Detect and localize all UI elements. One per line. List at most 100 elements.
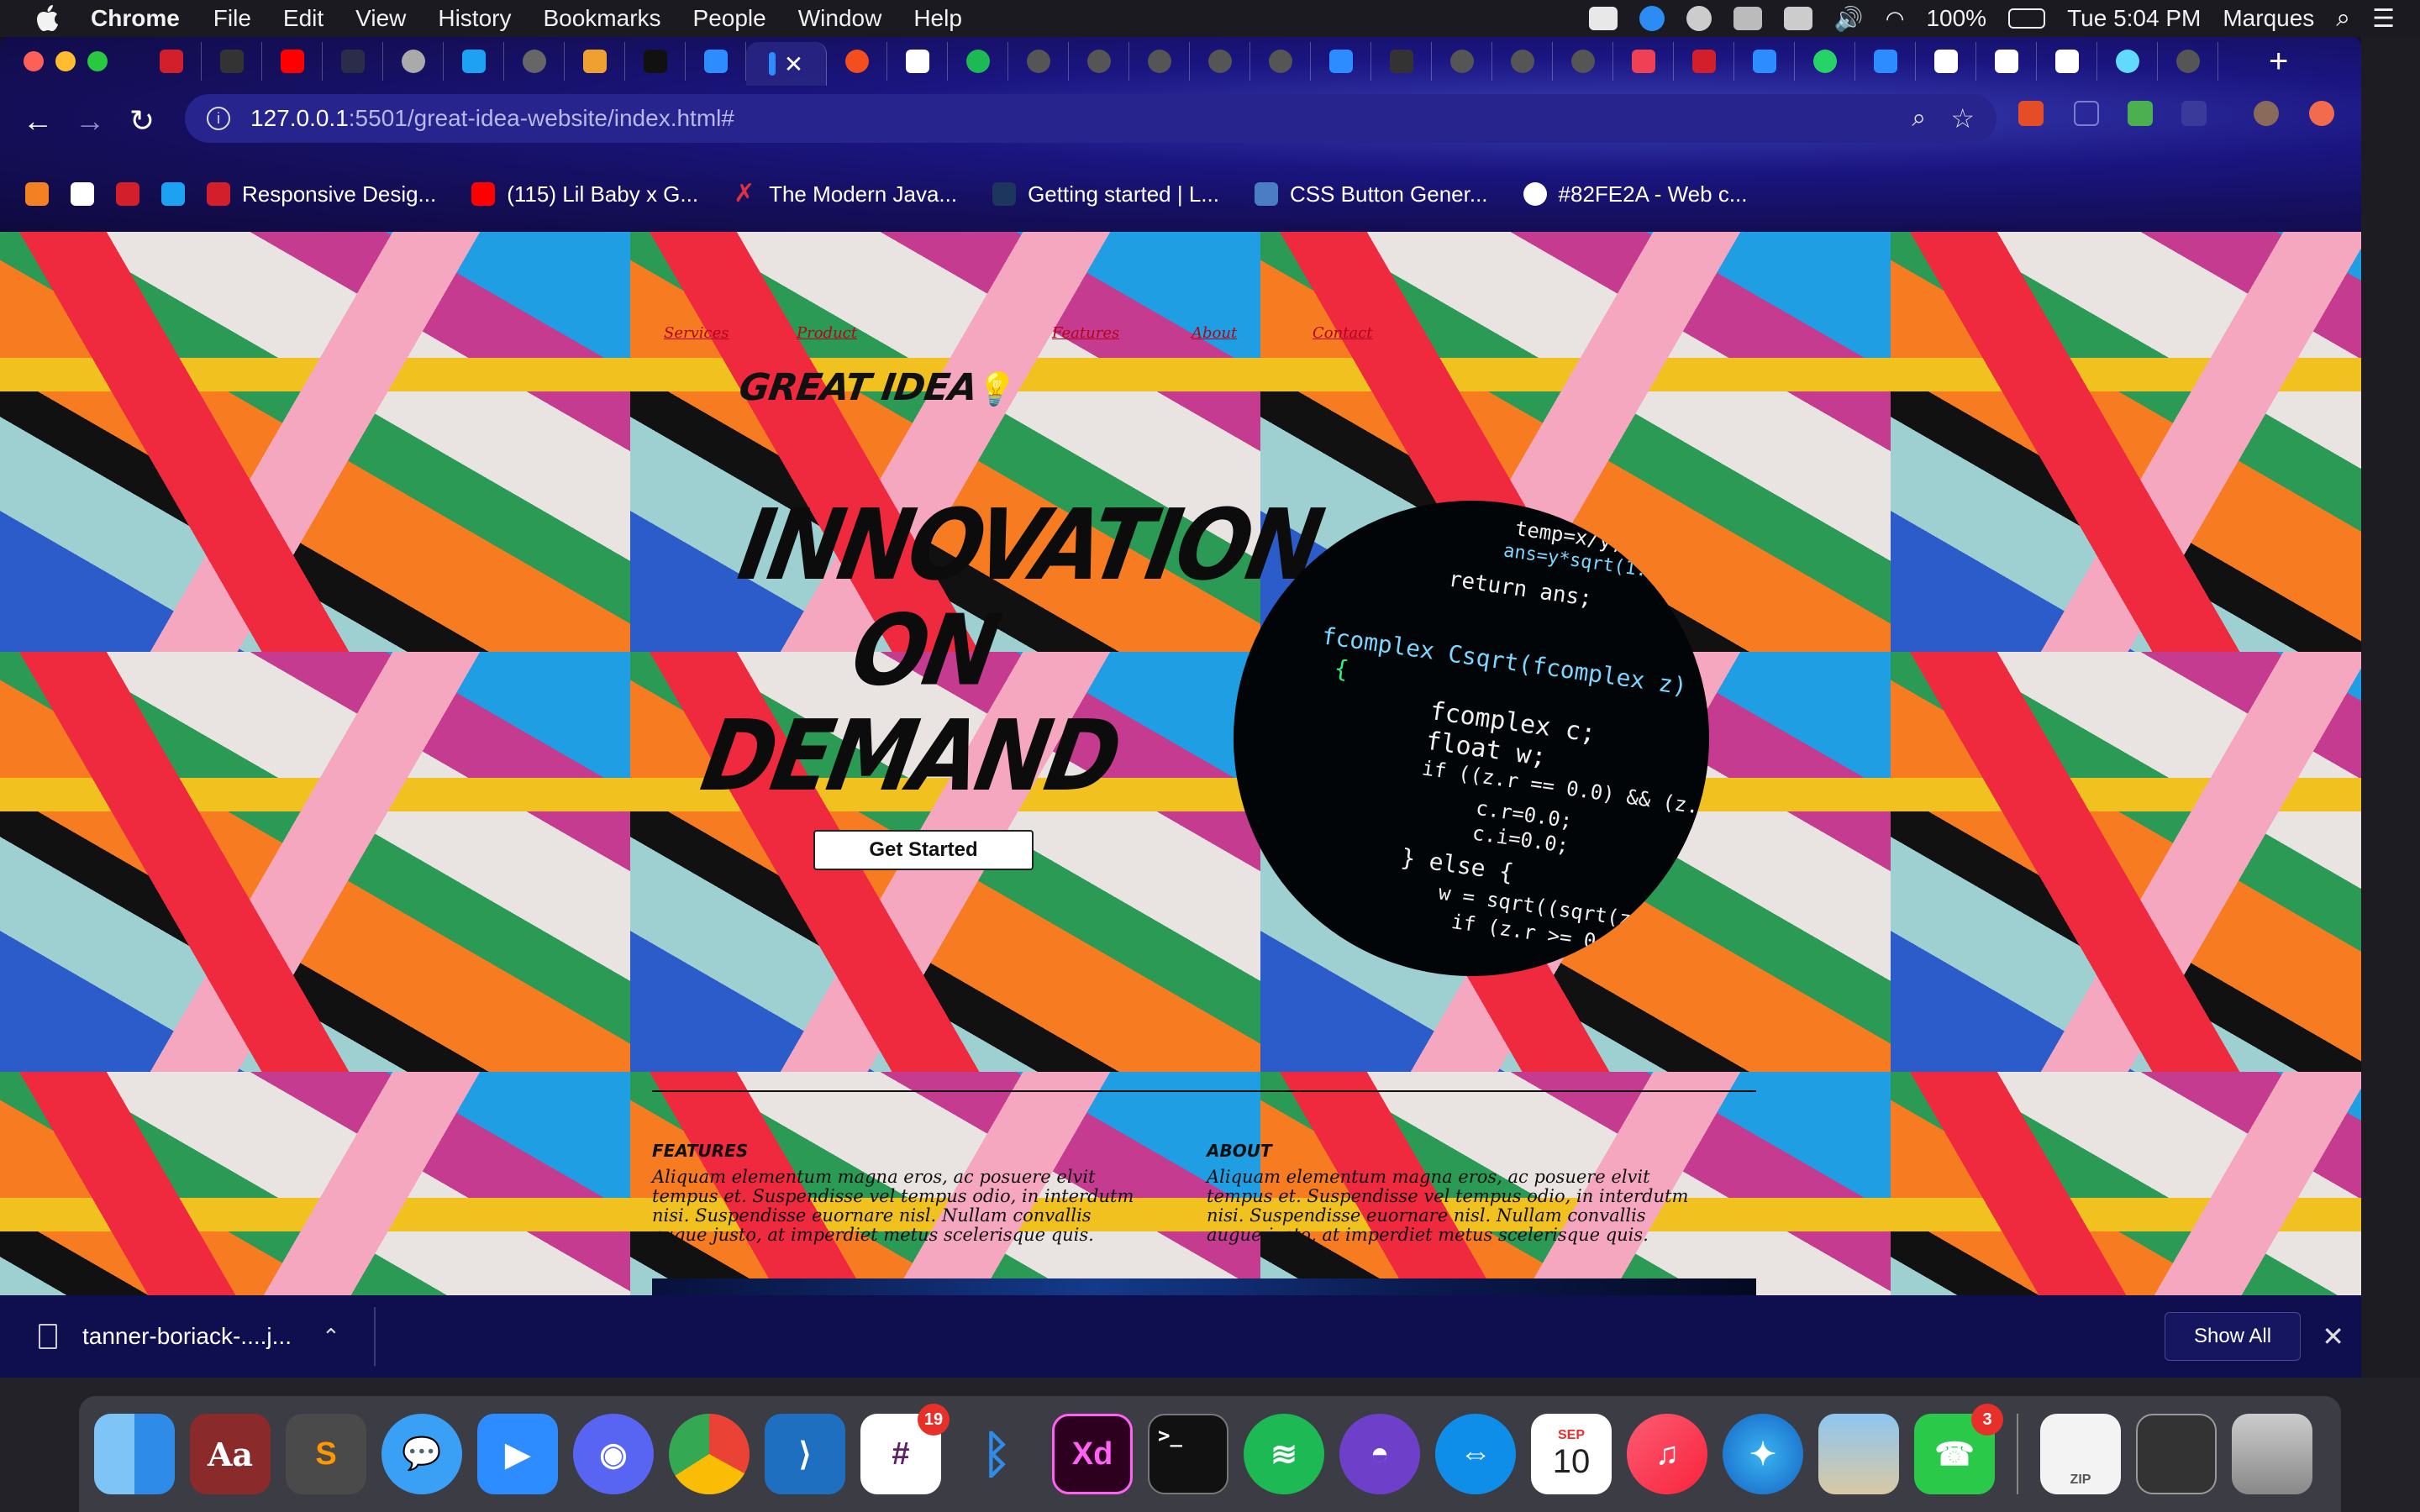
site-info-icon[interactable]: i bbox=[207, 107, 230, 130]
bookmark-stack-icon[interactable] bbox=[25, 182, 49, 206]
tab[interactable] bbox=[1916, 42, 1976, 81]
menu-history[interactable]: History bbox=[438, 5, 511, 32]
nav-about-link[interactable]: About bbox=[1192, 324, 1237, 342]
notification-center-icon[interactable]: ☰ bbox=[2372, 4, 2395, 34]
menu-view[interactable]: View bbox=[355, 5, 406, 32]
tab[interactable] bbox=[2037, 42, 2097, 81]
minimize-window-button[interactable] bbox=[55, 51, 76, 71]
extension-office-icon[interactable] bbox=[2018, 101, 2044, 126]
tab[interactable] bbox=[1976, 42, 2037, 81]
teamviewer-icon[interactable]: ⇔ bbox=[1435, 1414, 1516, 1494]
volume-icon[interactable]: 🔊 bbox=[1834, 5, 1864, 33]
clock[interactable]: Tue 5:04 PM bbox=[2067, 5, 2201, 32]
zoom-magnifier-icon[interactable]: ⌕ bbox=[1912, 104, 1926, 133]
airplay-icon[interactable] bbox=[1783, 7, 1812, 30]
menu-app-name[interactable]: Chrome bbox=[91, 5, 180, 32]
apple-menu-icon[interactable] bbox=[32, 3, 62, 34]
zoom-icon[interactable]: ▶ bbox=[477, 1414, 558, 1494]
download-filename[interactable]: tanner-boriack-....j... bbox=[82, 1323, 292, 1350]
wifi-icon[interactable]: ◠ bbox=[1886, 6, 1905, 32]
facetime-icon[interactable]: ☎ 3 bbox=[1914, 1404, 2003, 1494]
bookmark-angular-icon[interactable] bbox=[116, 182, 139, 206]
tab[interactable] bbox=[1432, 42, 1492, 81]
bookmark-youtube[interactable]: (115) Lil Baby x G... bbox=[471, 181, 698, 207]
nav-features-link[interactable]: Features bbox=[1052, 324, 1119, 342]
maximize-window-button[interactable] bbox=[87, 51, 108, 71]
tab[interactable] bbox=[444, 42, 504, 81]
adobe-xd-icon[interactable]: Xd bbox=[1052, 1414, 1133, 1494]
preview-icon[interactable] bbox=[1818, 1414, 1899, 1494]
tab[interactable] bbox=[2097, 42, 2158, 81]
tab[interactable] bbox=[1129, 42, 1190, 81]
tab[interactable] bbox=[625, 42, 686, 81]
extension-cast-icon[interactable] bbox=[2181, 101, 2207, 126]
show-all-button[interactable]: Show All bbox=[2165, 1312, 2301, 1361]
music-icon[interactable]: ♫ bbox=[1627, 1414, 1707, 1494]
get-started-button[interactable]: Get Started bbox=[813, 830, 1034, 870]
update-chrome-icon[interactable] bbox=[2309, 101, 2334, 126]
chevron-up-icon[interactable]: ⌃ bbox=[322, 1324, 340, 1350]
bluetooth-icon[interactable]: ᛒ bbox=[956, 1414, 1037, 1494]
reload-button[interactable]: ↻ bbox=[116, 103, 168, 139]
slack-icon[interactable]: #19 bbox=[860, 1404, 950, 1494]
nav-product-link[interactable]: Product bbox=[797, 324, 857, 342]
finder-icon[interactable] bbox=[94, 1414, 175, 1494]
tab[interactable] bbox=[323, 42, 383, 81]
calendar-icon[interactable]: SEP 10 bbox=[1531, 1414, 1612, 1494]
tab[interactable] bbox=[1674, 42, 1734, 81]
bookmark-css-button[interactable]: CSS Button Gener... bbox=[1254, 181, 1488, 207]
teamviewer-status-icon[interactable] bbox=[1639, 6, 1665, 31]
safari-icon[interactable]: ✦ bbox=[1723, 1414, 1803, 1494]
bookmark-star-icon[interactable]: ☆ bbox=[1950, 102, 1975, 134]
web-page-viewport[interactable]: Services Product Features About Contact … bbox=[0, 232, 2361, 1295]
battery-icon[interactable] bbox=[2008, 8, 2046, 29]
tab[interactable] bbox=[1311, 42, 1371, 81]
address-bar[interactable]: i 127.0.0.1:5501/great-idea-website/inde… bbox=[185, 94, 1996, 143]
terminal-icon[interactable]: >_ bbox=[1148, 1414, 1228, 1494]
tab[interactable] bbox=[827, 42, 887, 81]
menu-file[interactable]: File bbox=[213, 5, 251, 32]
messages-icon[interactable]: 💬 bbox=[381, 1414, 462, 1494]
tab[interactable] bbox=[141, 42, 202, 81]
forward-button[interactable]: → bbox=[64, 103, 116, 139]
spotlight-search-icon[interactable]: ⌕ bbox=[2336, 4, 2350, 33]
menu-help[interactable]: Help bbox=[913, 5, 962, 32]
tab[interactable] bbox=[1855, 42, 1916, 81]
menu-bookmarks[interactable]: Bookmarks bbox=[543, 5, 660, 32]
tab[interactable] bbox=[565, 42, 625, 81]
profile-avatar[interactable] bbox=[2254, 101, 2279, 126]
tab[interactable] bbox=[1008, 42, 1069, 81]
close-tab-icon[interactable]: ✕ bbox=[784, 50, 803, 78]
spotify-icon[interactable]: ≋ bbox=[1244, 1414, 1324, 1494]
creative-cloud-icon[interactable] bbox=[1686, 6, 1712, 31]
tab[interactable] bbox=[1795, 42, 1855, 81]
nav-contact-link[interactable]: Contact bbox=[1313, 324, 1372, 342]
bookmark-twitter-icon[interactable] bbox=[161, 182, 185, 206]
tab[interactable] bbox=[504, 42, 565, 81]
tab[interactable] bbox=[1553, 42, 1613, 81]
new-tab-button[interactable]: + bbox=[2269, 43, 2288, 81]
sublime-text-icon[interactable]: S bbox=[286, 1414, 366, 1494]
discord-icon[interactable]: ◉ bbox=[573, 1414, 654, 1494]
menu-people[interactable]: People bbox=[693, 5, 766, 32]
zoom-status-icon[interactable] bbox=[1588, 7, 1618, 30]
tab[interactable] bbox=[1069, 42, 1129, 81]
tab[interactable] bbox=[383, 42, 444, 81]
tab[interactable] bbox=[1371, 42, 1432, 81]
trash-icon[interactable] bbox=[2232, 1414, 2312, 1494]
bookmark-color-hex[interactable]: #82FE2A - Web c... bbox=[1523, 181, 1748, 207]
bookmark-modern-javascript[interactable]: ✗ The Modern Java... bbox=[734, 181, 957, 207]
tab[interactable] bbox=[2158, 42, 2218, 81]
tab[interactable] bbox=[887, 42, 948, 81]
bookmark-gmail-icon[interactable] bbox=[71, 182, 94, 206]
user-name[interactable]: Marques bbox=[2223, 5, 2314, 32]
tab[interactable] bbox=[1250, 42, 1311, 81]
printer-status-icon[interactable] bbox=[1733, 7, 1762, 30]
tab-active[interactable]: ✕ bbox=[746, 42, 827, 86]
zip-archive-icon[interactable]: ZIP bbox=[2040, 1414, 2121, 1494]
vscode-icon[interactable]: ⟩ bbox=[765, 1414, 845, 1494]
chrome-icon[interactable] bbox=[669, 1414, 750, 1494]
tab[interactable] bbox=[1492, 42, 1553, 81]
screenshot-stack-icon[interactable] bbox=[2136, 1414, 2217, 1494]
back-button[interactable]: ← bbox=[12, 103, 64, 139]
